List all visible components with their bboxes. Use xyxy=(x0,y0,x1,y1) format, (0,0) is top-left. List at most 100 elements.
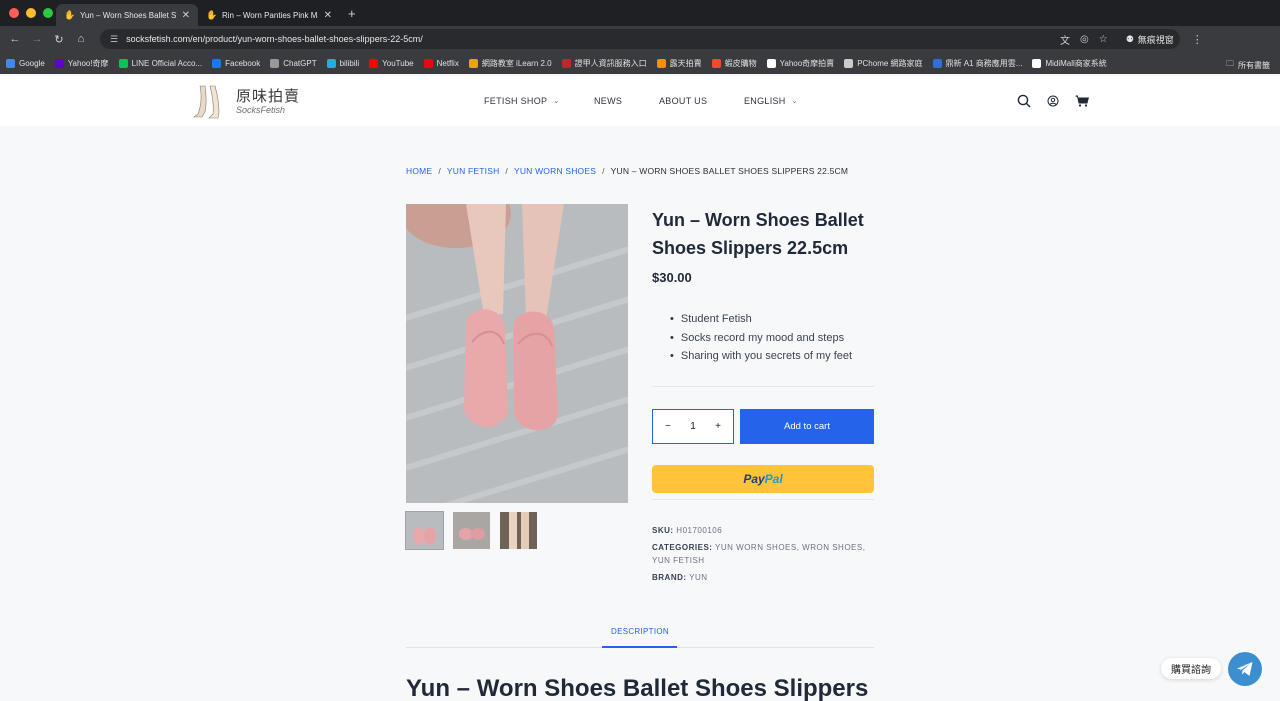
cart-icon[interactable] xyxy=(1075,95,1089,107)
quantity-stepper: − 1 + xyxy=(652,409,734,444)
new-tab-icon[interactable]: + xyxy=(348,6,356,21)
back-arrow-icon[interactable]: ← xyxy=(4,33,26,45)
site-settings-icon[interactable]: ☰ xyxy=(110,34,118,45)
bookmark-item[interactable]: 網路教室 iLearn 2.0 xyxy=(468,58,552,69)
product-title: Yun – Worn Shoes Ballet Shoes Slippers 2… xyxy=(652,210,864,258)
bookmark-item[interactable]: MidiMall商家系統 xyxy=(1032,58,1107,69)
nav-label: FETISH SHOP xyxy=(484,96,548,106)
account-icon[interactable] xyxy=(1047,95,1059,107)
product-thumbnail[interactable] xyxy=(453,512,490,549)
bookmark-star-icon[interactable]: ☆ xyxy=(1099,34,1108,45)
translate-icon[interactable]: 文 xyxy=(1060,32,1070,47)
breadcrumb-separator: / xyxy=(602,166,605,176)
bookmark-item[interactable]: Yahoo!奇摩 xyxy=(54,58,109,69)
increase-quantity-button[interactable]: + xyxy=(715,421,721,432)
nav-item-about-us[interactable]: ABOUT US xyxy=(659,96,744,106)
bookmark-item[interactable]: bilibili xyxy=(326,58,360,68)
line-icon xyxy=(118,58,128,68)
bookmark-item[interactable]: YouTube xyxy=(369,58,414,68)
chat-label[interactable]: 購買諮詢 xyxy=(1161,658,1221,679)
divider xyxy=(652,386,874,387)
browser-tab[interactable]: ✋ Rin – Worn Panties Pink Maid ✕ xyxy=(198,4,340,26)
breadcrumb-separator: / xyxy=(505,166,508,176)
reload-icon[interactable]: ↻ xyxy=(48,33,70,46)
active-tab-indicator xyxy=(602,646,677,648)
browser-tab-active[interactable]: ✋ Yun – Worn Shoes Ballet Sho ✕ xyxy=(56,4,198,26)
home-icon[interactable]: ⌂ xyxy=(70,33,92,45)
yahoo-icon xyxy=(54,58,64,68)
add-to-cart-button[interactable]: Add to cart xyxy=(740,409,874,444)
bookmark-label: bilibili xyxy=(339,58,360,68)
breadcrumb-yun-worn-shoes[interactable]: YUN WORN SHOES xyxy=(514,166,596,176)
bookmark-label: 鼎新 A1 商務應用雲... xyxy=(945,58,1023,68)
window-controls xyxy=(0,8,56,18)
incognito-indicator[interactable]: ⚉ 無痕視窗 xyxy=(1126,33,1174,46)
bookmark-item[interactable]: Facebook xyxy=(212,58,260,68)
ruten-icon xyxy=(656,58,666,68)
product-thumbnail[interactable] xyxy=(405,511,444,550)
paypal-logo-part: Pay xyxy=(743,472,765,486)
product-main-image[interactable] xyxy=(406,204,628,503)
paypal-button[interactable]: Pay Pal xyxy=(652,465,874,493)
nav-item-english[interactable]: ENGLISH ⌄ xyxy=(744,96,798,106)
bookmark-label: Google xyxy=(19,58,45,68)
bookmark-item[interactable]: Netflix xyxy=(423,58,459,68)
nav-item-fetish-shop[interactable]: FETISH SHOP ⌄ xyxy=(484,96,594,106)
bookmark-item[interactable]: 蝦皮購物 xyxy=(711,58,757,69)
search-icon[interactable] xyxy=(1017,94,1031,108)
bookmark-item[interactable]: ChatGPT xyxy=(270,58,317,68)
bookmark-item[interactable]: Google xyxy=(6,58,45,68)
bookmark-item[interactable]: Yahoo奇摩拍賣 xyxy=(766,58,835,69)
forward-arrow-icon[interactable]: → xyxy=(26,33,48,45)
browser-tab-bar: ✋ Yun – Worn Shoes Ballet Sho ✕ ✋ Rin – … xyxy=(0,0,1280,26)
bookmark-item[interactable]: PChome 網路家庭 xyxy=(844,58,923,69)
bookmark-item[interactable]: 露天拍賣 xyxy=(656,58,702,69)
feature-item: Student Fetish xyxy=(670,310,852,329)
address-bar[interactable]: ☰ socksfetish.com/en/product/yun-worn-sh… xyxy=(100,29,1180,49)
breadcrumb-home[interactable]: HOME xyxy=(406,166,432,176)
bookmark-label: ChatGPT xyxy=(283,58,317,68)
sku-label: SKU: xyxy=(652,526,674,535)
category-link[interactable]: YUN WORN SHOES xyxy=(715,543,797,552)
nav-label: NEWS xyxy=(594,96,623,106)
minimize-window-button[interactable] xyxy=(26,8,36,18)
portal-icon xyxy=(561,58,571,68)
sku-row: SKU: H01700106 xyxy=(652,524,882,537)
site-logo[interactable]: 原味拍賣 SocksFetish xyxy=(192,84,300,120)
divider xyxy=(652,499,874,500)
all-bookmarks-label: 所有書籤 xyxy=(1238,60,1270,70)
category-link[interactable]: YUN FETISH xyxy=(652,556,705,565)
decrease-quantity-button[interactable]: − xyxy=(665,421,671,432)
google-icon xyxy=(6,58,15,68)
yahoo-auction-icon xyxy=(766,58,776,68)
nav-item-news[interactable]: NEWS xyxy=(594,96,659,106)
quantity-input[interactable]: 1 xyxy=(690,421,696,432)
close-tab-icon[interactable]: ✕ xyxy=(324,10,332,21)
pchome-icon xyxy=(844,58,854,68)
breadcrumb-yun-fetish[interactable]: YUN FETISH xyxy=(447,166,500,176)
categories-row: CATEGORIES: YUN WORN SHOES, WRON SHOES, … xyxy=(652,543,866,565)
browser-menu-icon[interactable]: ⋮ xyxy=(1192,33,1203,46)
close-tab-icon[interactable]: ✕ xyxy=(182,10,190,21)
bookmark-item[interactable]: 鼎新 A1 商務應用雲... xyxy=(932,58,1023,69)
shopee-icon xyxy=(711,58,721,68)
all-bookmarks-button[interactable]: 🗀 所有書籤 xyxy=(1226,58,1270,72)
site-favicon-icon: ✋ xyxy=(64,10,76,20)
bookmark-label: Yahoo奇摩拍賣 xyxy=(779,58,835,68)
brand-link[interactable]: YUN xyxy=(689,573,707,582)
tab-description[interactable]: DESCRIPTION xyxy=(602,627,678,646)
zoom-window-button[interactable] xyxy=(43,8,53,18)
main-nav: FETISH SHOP ⌄ NEWS ABOUT US ENGLISH ⌄ xyxy=(484,96,798,106)
dingxin-icon xyxy=(932,58,942,68)
bookmark-label: 蝦皮購物 xyxy=(724,58,757,68)
bookmark-item[interactable]: LINE Official Acco... xyxy=(118,58,202,68)
product-thumbnail[interactable] xyxy=(500,512,537,549)
eye-off-icon[interactable]: ◎ xyxy=(1080,34,1089,45)
youtube-icon xyxy=(369,58,379,68)
bookmark-item[interactable]: 證甲人資訊服務入口 xyxy=(561,58,647,69)
facebook-icon xyxy=(212,58,222,68)
product-thumbnails xyxy=(405,511,537,550)
telegram-chat-button[interactable] xyxy=(1228,652,1262,686)
close-window-button[interactable] xyxy=(9,8,19,18)
category-link[interactable]: WRON SHOES xyxy=(802,543,863,552)
